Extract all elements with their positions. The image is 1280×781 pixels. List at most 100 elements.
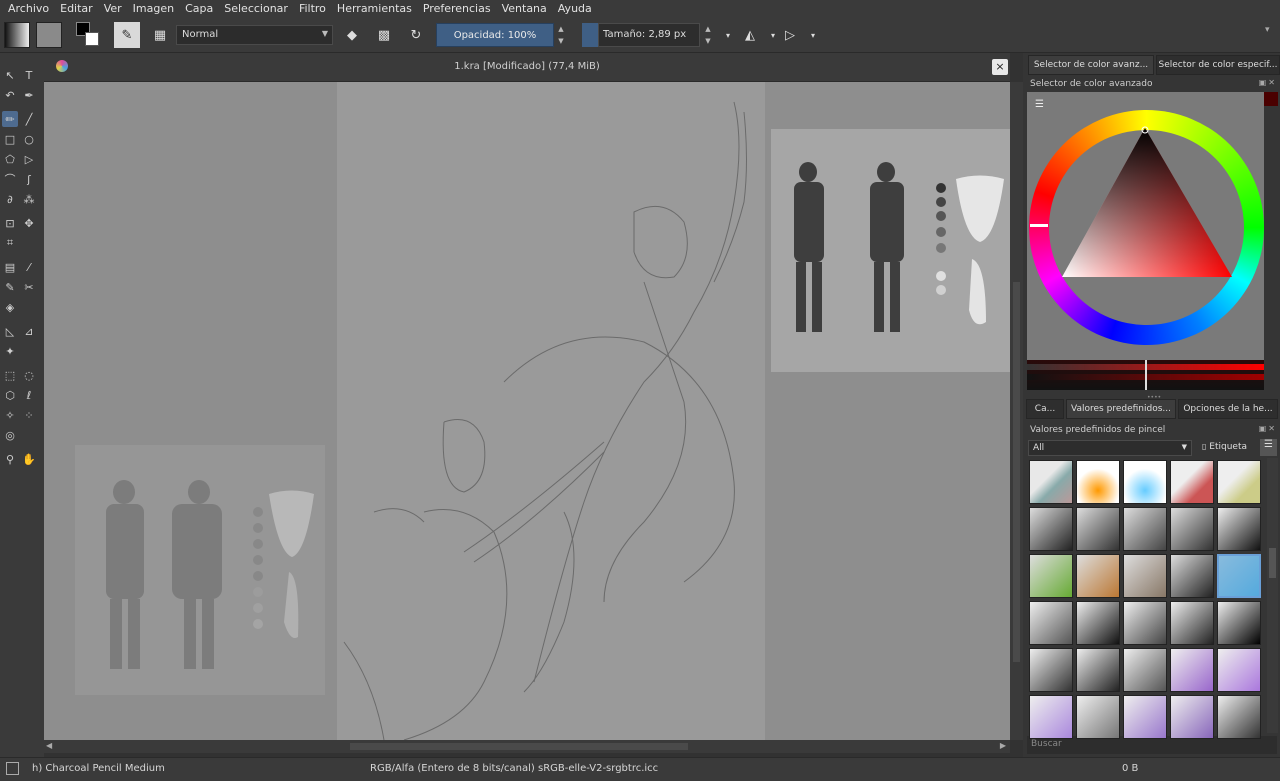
vertical-scroll-thumb[interactable] [1013, 282, 1020, 662]
menu-ver[interactable]: Ver [104, 2, 122, 15]
gradient-selector-button[interactable] [4, 22, 30, 48]
similar-color-selection-icon[interactable]: ⁘ [21, 407, 37, 423]
brush-preset-thumbnail[interactable] [1217, 507, 1261, 551]
menu-filtro[interactable]: Filtro [299, 2, 326, 15]
dynamic-brush-tool-icon[interactable]: ∂ [2, 191, 18, 207]
polygon-tool-icon[interactable]: ⬠ [2, 151, 18, 167]
select-shapes-tool-icon[interactable]: ↖ [2, 67, 18, 83]
menu-editar[interactable]: Editar [60, 2, 93, 15]
color-picker-tool-icon[interactable]: ⁄ [21, 259, 37, 275]
gradient-tool-icon[interactable]: ▤ [2, 259, 18, 275]
brush-preview-icon[interactable] [6, 762, 19, 775]
brush-preset-thumbnail[interactable] [1170, 507, 1214, 551]
brush-preset-thumbnail[interactable] [1076, 460, 1120, 504]
rectangle-tool-icon[interactable]: □ [2, 131, 18, 147]
brush-preset-thumbnail[interactable] [1076, 507, 1120, 551]
brush-preset-thumbnail[interactable] [1170, 648, 1214, 692]
reference-images-tool-icon[interactable]: ✦ [2, 343, 18, 359]
size-slider[interactable]: Tamaño: 2,89 px [598, 23, 700, 47]
workspace-grid-icon[interactable]: ▦ [149, 24, 171, 46]
pattern-selector-button[interactable] [36, 22, 62, 48]
tab-advanced-color-selector[interactable]: Selector de color avanz... [1028, 55, 1154, 75]
brush-preset-thumbnail[interactable] [1076, 554, 1120, 598]
brush-preset-thumbnail[interactable] [1076, 695, 1120, 739]
freehand-path-tool-icon[interactable]: ʃ [21, 171, 37, 187]
polyline-tool-icon[interactable]: ▷ [21, 151, 37, 167]
color-settings-icon[interactable]: ☰ [1035, 99, 1044, 110]
text-tool-icon[interactable]: T [21, 67, 37, 83]
brush-preset-thumbnail[interactable] [1029, 460, 1073, 504]
chevron-down-icon[interactable]: ▾ [802, 24, 824, 46]
brush-preset-thumbnail[interactable] [1123, 601, 1167, 645]
reload-preset-icon[interactable]: ↻ [405, 24, 427, 46]
calligraphy-tool-icon[interactable]: ✒ [21, 87, 37, 103]
polygonal-selection-icon[interactable]: ⬡ [2, 387, 18, 403]
measure-tool-icon[interactable]: ◺ [2, 323, 18, 339]
menu-seleccionar[interactable]: Seleccionar [224, 2, 288, 15]
brush-preset-thumbnail[interactable] [1123, 554, 1167, 598]
multibrush-tool-icon[interactable]: ⁂ [21, 191, 37, 207]
tab-ca[interactable]: Ca... [1026, 399, 1064, 419]
alpha-lock-icon[interactable]: ▩ [373, 24, 395, 46]
brush-preset-thumbnail[interactable] [1123, 507, 1167, 551]
preset-scrollbar[interactable] [1267, 458, 1278, 733]
presets-float-close-icon[interactable]: ▣✕ [1259, 424, 1277, 433]
brush-preset-thumbnail[interactable] [1029, 648, 1073, 692]
tab-brush-presets[interactable]: Valores predefinidos... [1066, 399, 1176, 419]
colorize-mask-tool-icon[interactable]: ✎ [2, 279, 18, 295]
brush-preset-thumbnail[interactable] [1170, 601, 1214, 645]
ellipse-tool-icon[interactable]: ○ [21, 131, 37, 147]
blend-mode-select[interactable]: Normal ▼ [176, 25, 333, 45]
fill-tool-icon[interactable]: ◈ [2, 299, 18, 315]
smart-patch-tool-icon[interactable]: ✂ [21, 279, 37, 295]
brush-preset-thumbnail[interactable] [1217, 554, 1261, 598]
menu-imagen[interactable]: Imagen [133, 2, 174, 15]
brush-preset-thumbnail[interactable] [1217, 695, 1261, 739]
color-triangle[interactable] [1060, 125, 1234, 280]
toolbar-overflow-icon[interactable]: ▾ [1265, 25, 1270, 35]
brush-preset-thumbnail[interactable] [1217, 460, 1261, 504]
menu-ventana[interactable]: Ventana [502, 2, 547, 15]
mirror-vertical-icon[interactable]: ▷ [779, 24, 801, 46]
crop-tool-icon[interactable]: ⌗ [2, 235, 18, 251]
menu-preferencias[interactable]: Preferencias [423, 2, 491, 15]
opacity-slider[interactable]: Opacidad: 100% [436, 23, 554, 47]
menu-capa[interactable]: Capa [185, 2, 213, 15]
scroll-right-icon[interactable]: ▶ [1000, 741, 1006, 750]
canvas[interactable] [44, 82, 1010, 740]
freehand-brush-tool-icon[interactable]: ✏ [2, 111, 18, 127]
fg-bg-color-swatch[interactable] [76, 22, 100, 48]
size-spinner[interactable]: ▲ ▼ [703, 23, 713, 47]
pan-tool-icon[interactable]: ✋ [21, 451, 37, 467]
brush-preset-thumbnail[interactable] [1217, 601, 1261, 645]
document-tab[interactable]: 1.kra [Modificado] (77,4 MiB) × [44, 53, 1010, 82]
brush-preset-thumbnail[interactable] [1123, 695, 1167, 739]
edit-shapes-tool-icon[interactable]: ↶ [2, 87, 18, 103]
brush-preset-thumbnail[interactable] [1170, 554, 1214, 598]
brush-preset-thumbnail[interactable] [1217, 648, 1261, 692]
color-shade-strip[interactable] [1027, 360, 1264, 390]
brush-preset-thumbnail[interactable] [1029, 507, 1073, 551]
rectangular-selection-icon[interactable]: ⬚ [2, 367, 18, 383]
zoom-tool-icon[interactable]: ⚲ [2, 451, 18, 467]
brush-preset-icon[interactable]: ✎ [114, 22, 140, 48]
scroll-left-icon[interactable]: ◀ [46, 741, 52, 750]
freehand-selection-icon[interactable]: ℓ [21, 387, 37, 403]
bezier-tool-icon[interactable]: ⌒ [2, 171, 18, 187]
tag-select[interactable]: ▯ Etiqueta [1198, 440, 1256, 456]
brush-preset-thumbnail[interactable] [1123, 460, 1167, 504]
brush-preset-thumbnail[interactable] [1123, 648, 1167, 692]
horizontal-scroll-thumb[interactable] [350, 743, 688, 750]
elliptical-selection-icon[interactable]: ◌ [21, 367, 37, 383]
brush-preset-thumbnail[interactable] [1170, 460, 1214, 504]
close-document-button[interactable]: × [992, 59, 1008, 75]
canvas-vertical-scrollbar[interactable] [1010, 82, 1023, 740]
tab-tool-options[interactable]: Opciones de la he... [1178, 399, 1278, 419]
menu-herramientas[interactable]: Herramientas [337, 2, 412, 15]
background-color[interactable] [85, 32, 99, 46]
line-tool-icon[interactable]: ╱ [21, 111, 37, 127]
brush-preset-thumbnail[interactable] [1076, 601, 1120, 645]
brush-preset-thumbnail[interactable] [1029, 601, 1073, 645]
panel-float-close-icon[interactable]: ▣✕ [1259, 78, 1277, 87]
brush-preset-thumbnail[interactable] [1029, 554, 1073, 598]
